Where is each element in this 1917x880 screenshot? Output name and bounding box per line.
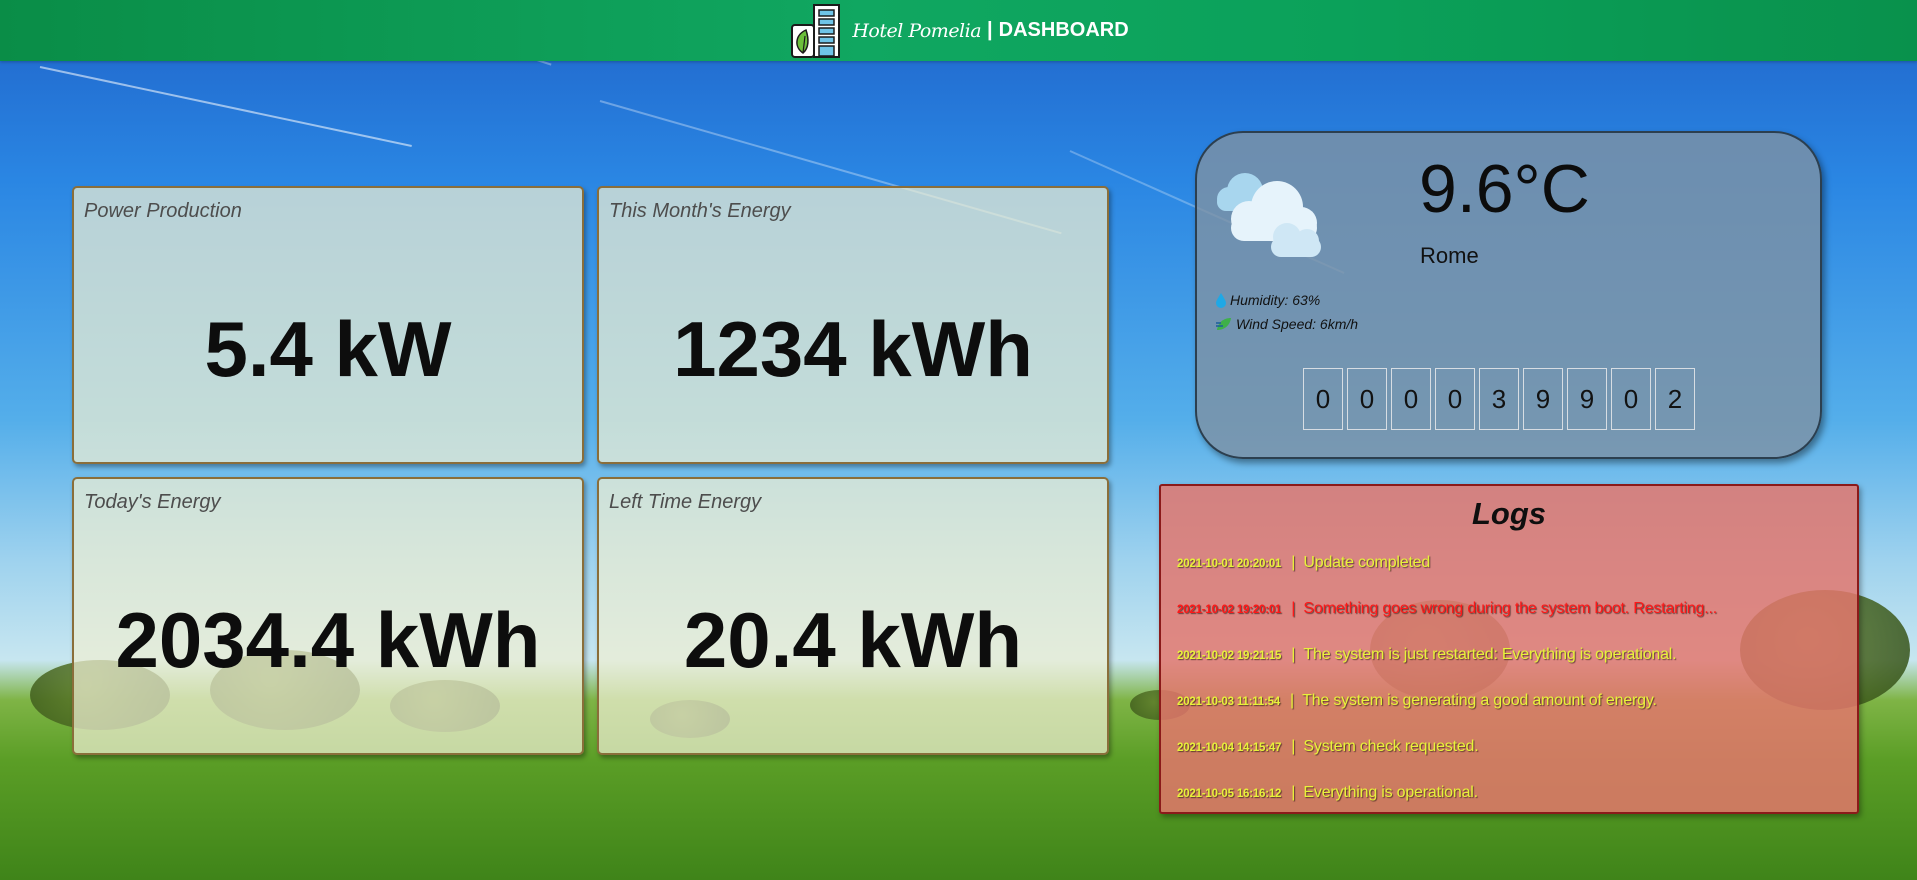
log-message: Something goes wrong during the system b… — [1303, 600, 1717, 617]
log-timestamp: 2021-10-05 16:16:12 — [1177, 788, 1282, 800]
log-separator: | — [1291, 784, 1296, 801]
humidity-text: Humidity: 63% — [1230, 292, 1321, 308]
brand[interactable]: Hotel Pomelia | DASHBOARD — [788, 3, 1129, 59]
log-timestamp: 2021-10-03 11:11:54 — [1177, 696, 1280, 708]
counter-digit: 3 — [1479, 368, 1519, 430]
log-message: Update completed — [1303, 554, 1431, 571]
log-separator: | — [1291, 554, 1296, 571]
log-entry: 2021-10-01 20:20:01 | Update completed — [1177, 554, 1430, 572]
log-message: The system is generating a good amount o… — [1302, 692, 1657, 709]
card-title: Left Time Energy — [609, 491, 762, 513]
power-production-card: Power Production 5.4 kW — [72, 186, 584, 464]
card-title: This Month's Energy — [609, 200, 791, 222]
brand-name: Hotel Pomelia — [852, 19, 982, 42]
log-message: System check requested. — [1303, 738, 1479, 755]
log-entry-error: 2021-10-02 19:20:01 | Something goes wro… — [1177, 600, 1717, 618]
wind-speed-text: Wind Speed: 6km/h — [1236, 316, 1359, 332]
left-time-energy-card: Left Time Energy 20.4 kWh — [597, 477, 1109, 755]
humidity-row: Humidity: 63% — [1215, 292, 1320, 308]
weather-widget: 9.6°C Rome Humidity: 63% Wind Speed: 6km… — [1195, 131, 1822, 459]
counter-digit: 0 — [1435, 368, 1475, 430]
today-energy-card: Today's Energy 2034.4 kWh — [72, 477, 584, 755]
water-drop-icon — [1216, 293, 1226, 308]
card-value: 5.4 kW — [204, 305, 452, 393]
log-separator: | — [1291, 600, 1296, 617]
log-message: The system is just restarted: Everything… — [1303, 646, 1677, 663]
temperature: 9.6°C — [1419, 151, 1590, 227]
wind-row: Wind Speed: 6km/h — [1215, 316, 1358, 332]
counter-digit: 0 — [1391, 368, 1431, 430]
brand-separator: | — [987, 19, 993, 41]
counter-digit: 9 — [1523, 368, 1563, 430]
log-separator: | — [1291, 738, 1296, 755]
counter-digit: 0 — [1611, 368, 1651, 430]
counter-digit: 9 — [1567, 368, 1607, 430]
log-entry: 2021-10-04 14:15:47 | System check reque… — [1177, 738, 1479, 756]
contrail — [39, 66, 412, 147]
card-value: 1234 kWh — [673, 305, 1033, 393]
city-name: Rome — [1420, 243, 1479, 268]
counter-digit: 0 — [1347, 368, 1387, 430]
log-entry: 2021-10-03 11:11:54 | The system is gene… — [1177, 692, 1657, 710]
card-value: 2034.4 kWh — [115, 596, 541, 684]
log-timestamp: 2021-10-02 19:20:01 — [1177, 604, 1282, 616]
logs-panel: Logs 2021-10-01 20:20:01 | Update comple… — [1159, 484, 1859, 814]
card-title: Power Production — [84, 200, 242, 222]
log-timestamp: 2021-10-04 14:15:47 — [1177, 742, 1282, 754]
month-energy-card: This Month's Energy 1234 kWh — [597, 186, 1109, 464]
log-entry: 2021-10-02 19:21:15 | The system is just… — [1177, 646, 1677, 664]
top-header: Hotel Pomelia | DASHBOARD — [0, 0, 1917, 61]
cloudy-icon — [1217, 173, 1321, 257]
log-timestamp: 2021-10-02 19:21:15 — [1177, 650, 1282, 662]
energy-counter: 0 0 0 0 3 9 9 0 2 — [1303, 368, 1695, 430]
log-separator: | — [1290, 692, 1295, 709]
log-separator: | — [1291, 646, 1296, 663]
card-value: 20.4 kWh — [683, 596, 1023, 684]
log-timestamp: 2021-10-01 20:20:01 — [1177, 558, 1282, 570]
wind-leaf-icon — [1216, 318, 1231, 330]
page-title: DASHBOARD — [998, 19, 1129, 41]
log-message: Everything is operational. — [1303, 784, 1478, 801]
log-entry: 2021-10-05 16:16:12 | Everything is oper… — [1177, 784, 1478, 802]
card-title: Today's Energy — [84, 491, 221, 513]
logs-title: Logs — [1471, 496, 1547, 531]
hotel-building-leaf-icon — [791, 3, 841, 58]
counter-digit: 0 — [1303, 368, 1343, 430]
counter-digit: 2 — [1655, 368, 1695, 430]
